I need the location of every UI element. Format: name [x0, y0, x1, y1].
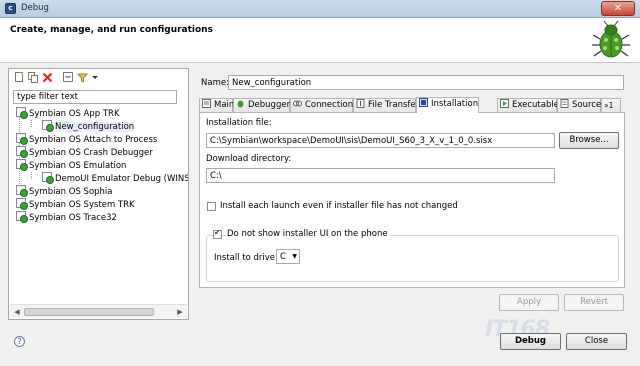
file-transfer-tab-icon [356, 99, 365, 108]
tree-item-new-configuration[interactable]: New_configuration [42, 120, 135, 133]
launch-config-icon [42, 120, 54, 132]
launch-type-icon [16, 107, 28, 119]
close-button[interactable]: Close [566, 333, 627, 350]
installer-options-group: Do not show installer UI on the phone In… [206, 228, 619, 282]
revert-button[interactable]: Revert [564, 294, 624, 311]
tab-source[interactable]: Source [557, 98, 601, 112]
installation-file-field[interactable]: C:\Symbian\workspace\DemoUI\sis\DemoUI_S… [206, 133, 555, 148]
dialog-heading: Create, manage, and run configurations [10, 25, 213, 35]
more-tabs-icon: »1 [604, 101, 614, 110]
source-tab-icon [560, 99, 569, 108]
install-each-launch-label: Install each launch even if installer fi… [220, 201, 458, 211]
window-titlebar: c Debug ✕ [0, 0, 640, 18]
launch-type-icon [16, 146, 28, 158]
configuration-tree: Symbian OS App TRK New_configuration Sym… [9, 107, 188, 302]
delete-icon[interactable] [42, 72, 53, 83]
tab-installation[interactable]: Installation [416, 97, 479, 113]
chevron-down-icon: ▼ [292, 253, 297, 260]
launch-config-icon [42, 172, 54, 184]
install-drive-select[interactable]: C ▼ [276, 249, 300, 264]
executables-tab-icon [500, 99, 509, 108]
app-icon: c [5, 3, 16, 14]
scrollbar-thumb[interactable] [24, 308, 154, 316]
download-directory-label: Download directory: [206, 154, 292, 164]
configuration-list-pane: type filter text Symbian OS App TRK New_… [8, 68, 189, 320]
debugger-tab-icon [237, 100, 244, 108]
launch-type-icon [16, 159, 28, 171]
duplicate-icon[interactable] [28, 72, 39, 83]
no-installer-ui-label: Do not show installer UI on the phone [226, 229, 391, 239]
window-close-button[interactable]: ✕ [601, 1, 635, 16]
scroll-right-arrow-icon[interactable]: ▶ [175, 307, 185, 317]
tab-connection[interactable]: Connection [290, 98, 353, 112]
tree-item-symbian-os-system-trk[interactable]: Symbian OS System TRK [16, 198, 135, 211]
tree-item-symbian-os-crash-debugger[interactable]: Symbian OS Crash Debugger [16, 146, 153, 159]
launch-type-icon [16, 185, 28, 197]
installation-tab-panel: Installation file: C:\Symbian\workspace\… [199, 112, 625, 288]
debug-button[interactable]: Debug [500, 333, 561, 350]
apply-button[interactable]: Apply [499, 294, 559, 311]
help-icon[interactable]: ? [14, 336, 25, 347]
tree-item-symbian-os-emulation[interactable]: Symbian OS Emulation [16, 159, 126, 172]
name-label: Name: [201, 78, 229, 88]
browse-button[interactable]: Browse... [559, 132, 619, 149]
configuration-editor: Name: New_configuration Main Debugger Co… [193, 68, 631, 320]
tab-main[interactable]: Main [199, 98, 234, 112]
tab-executables[interactable]: Executables [497, 98, 563, 112]
tree-item-demoui-emulator-debug[interactable]: DemoUI Emulator Debug (WINSC [42, 172, 188, 185]
dialog-banner: Create, manage, and run configurations [0, 18, 640, 63]
tab-overflow[interactable]: »1 [601, 98, 621, 112]
configuration-toolbar [11, 71, 187, 85]
scroll-left-arrow-icon[interactable]: ◀ [12, 307, 22, 317]
tree-horizontal-scrollbar[interactable]: ◀ ▶ [10, 304, 187, 318]
installation-tab-icon [419, 98, 428, 107]
collapse-all-icon[interactable] [63, 72, 74, 83]
tab-file-transfer[interactable]: File Transfer [353, 98, 419, 112]
debug-bug-icon [592, 20, 630, 58]
filter-input[interactable]: type filter text [13, 90, 177, 104]
main-tab-icon [202, 99, 211, 108]
download-directory-field[interactable]: C:\ [206, 168, 555, 183]
tab-debugger[interactable]: Debugger [233, 98, 290, 112]
tree-item-symbian-os-sophia[interactable]: Symbian OS Sophia [16, 185, 113, 198]
install-each-launch-checkbox[interactable] [207, 202, 216, 211]
window-title: Debug [21, 3, 49, 13]
dropdown-arrow-icon[interactable] [91, 72, 99, 83]
filter-icon[interactable] [77, 72, 88, 83]
tree-item-symbian-os-trace32[interactable]: Symbian OS Trace32 [16, 211, 117, 224]
installation-file-label: Installation file: [206, 118, 272, 128]
editor-tab-bar: Main Debugger Connection File Transfer I… [199, 97, 625, 113]
install-to-drive-label: Install to drive: [214, 253, 278, 263]
connection-tab-icon [293, 100, 302, 107]
launch-type-icon [16, 133, 28, 145]
launch-type-icon [16, 198, 28, 210]
name-field[interactable]: New_configuration [228, 75, 624, 90]
new-launch-configuration-icon[interactable] [14, 72, 25, 83]
tree-item-symbian-os-app-trk[interactable]: Symbian OS App TRK [16, 107, 120, 120]
launch-type-icon [16, 211, 28, 223]
no-installer-ui-checkbox[interactable] [213, 228, 222, 239]
tree-item-symbian-os-attach-to-process[interactable]: Symbian OS Attach to Process [16, 133, 157, 146]
